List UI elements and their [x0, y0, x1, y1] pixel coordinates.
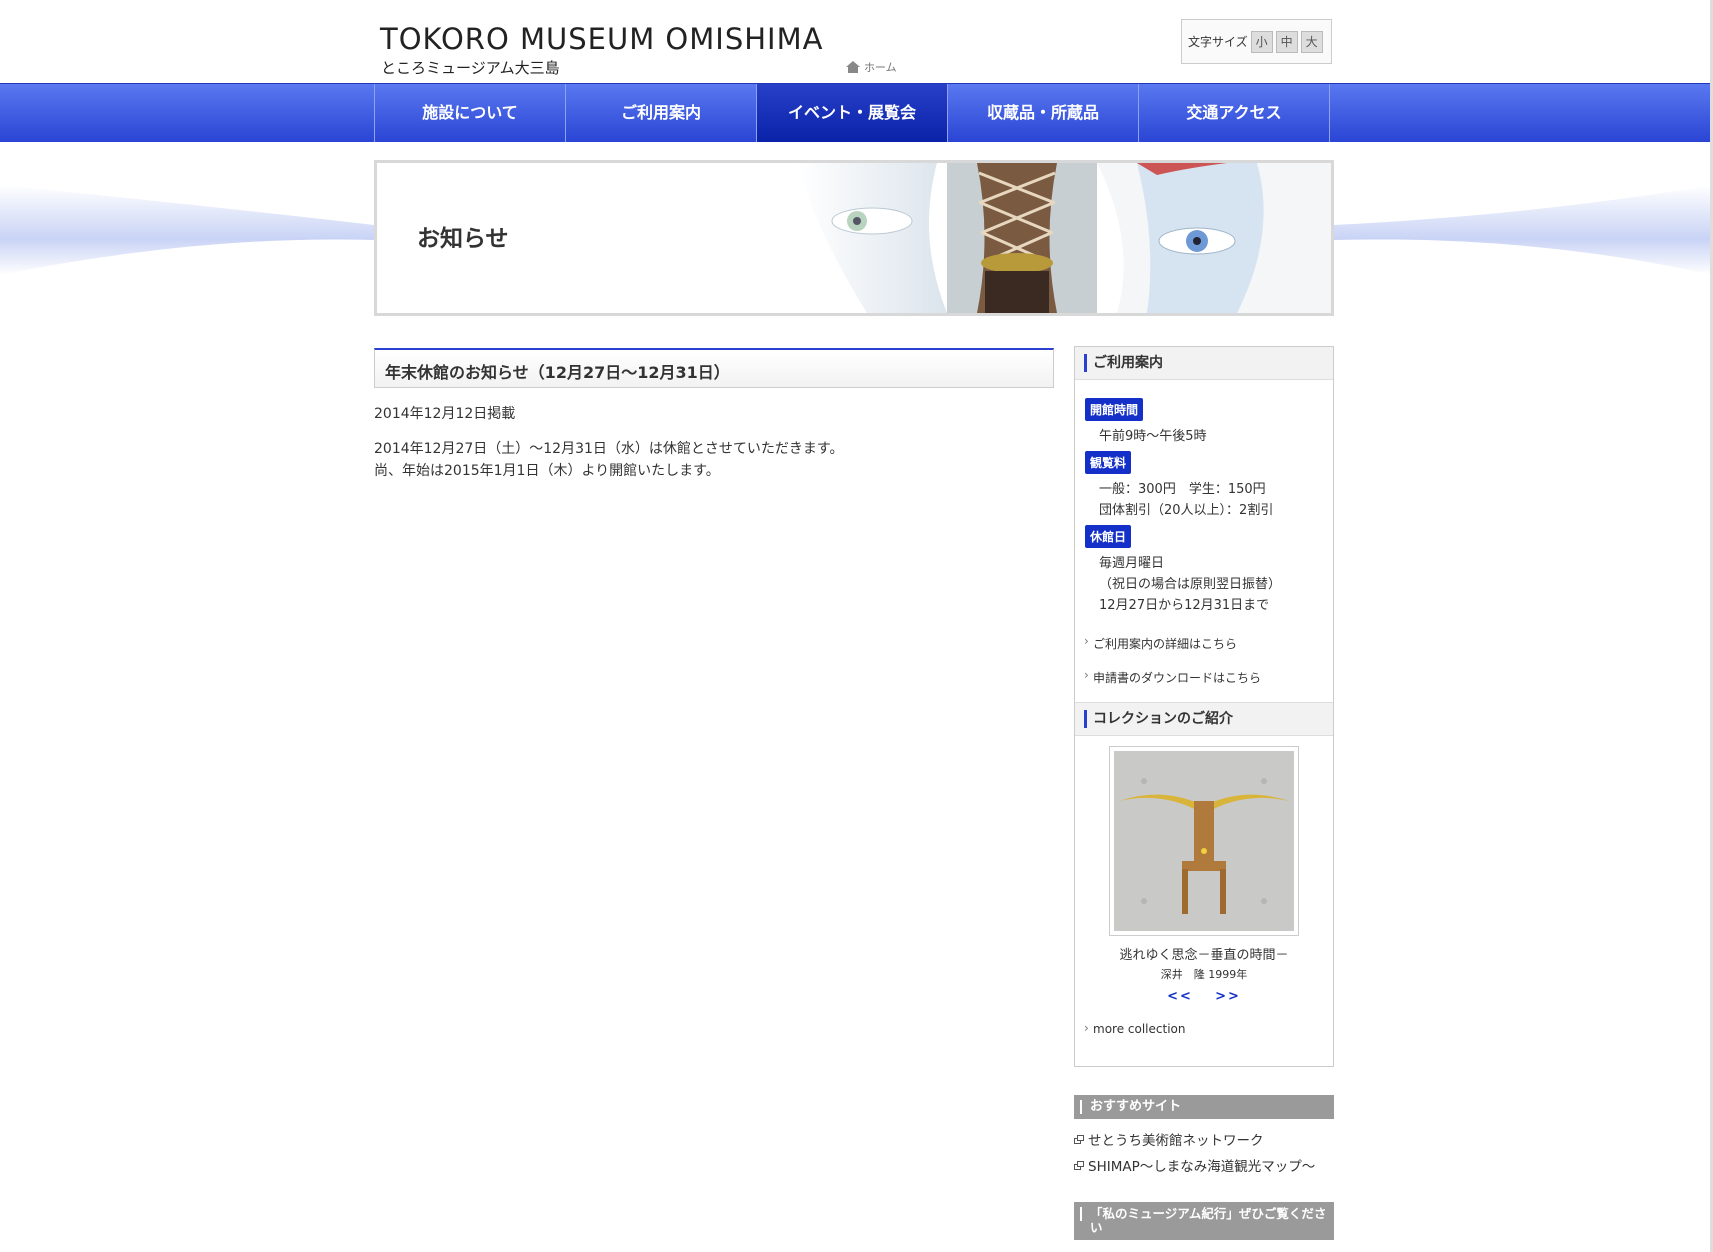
closed-tag: 休館日 — [1085, 525, 1132, 548]
article-body-line: 尚、年始は2015年1月1日（木）より開館いたします。 — [374, 463, 720, 479]
collection-image-frame[interactable] — [1109, 746, 1299, 936]
recommended-link-shimap[interactable]: SHIMAP〜しまなみ海道観光マップ〜 — [1074, 1155, 1315, 1175]
download-forms-link[interactable]: 申請書のダウンロードはこちら — [1075, 668, 1333, 686]
collection-next-button[interactable]: >> — [1215, 989, 1241, 1004]
external-link-icon — [1074, 1160, 1084, 1170]
collection-work-title: 逃れゆく思念－垂直の時間－ — [1119, 948, 1289, 963]
article-date: 2014年12月12日掲載 — [374, 406, 516, 422]
home-link-label: ホーム — [864, 61, 897, 74]
guide-details-link[interactable]: ご利用案内の詳細はこちら — [1075, 634, 1333, 652]
font-size-label: 文字サイズ — [1188, 35, 1248, 49]
font-size-small-button[interactable]: 小 — [1250, 30, 1273, 53]
nav-item-events[interactable]: イベント・展覧会 — [757, 84, 948, 142]
article-title: 年末休館のお知らせ（12月27日〜12月31日） — [374, 348, 1054, 388]
recommended-link-setouchi[interactable]: せとうち美術館ネットワーク — [1074, 1129, 1264, 1149]
sidebar-box: ご利用案内 開館時間 午前9時〜午後5時 観覧料 一般：300円 学生：150円… — [1074, 346, 1334, 1067]
article-body: 2014年12月27日（土）〜12月31日（水）は休館とさせていただきます。 尚… — [374, 438, 844, 482]
site-logo-en[interactable]: TOKORO MUSEUM OMISHIMA — [380, 22, 823, 56]
collection-work-artist: 深井 隆 1999年 — [1160, 968, 1248, 981]
hours-tag: 開館時間 — [1085, 398, 1144, 421]
recommended-link-label: せとうち美術館ネットワーク — [1088, 1133, 1264, 1149]
global-nav: 施設について ご利用案内 イベント・展覧会 収蔵品・所蔵品 交通アクセス — [0, 83, 1713, 142]
page-title: お知らせ — [417, 226, 509, 252]
nav-item-collection[interactable]: 収蔵品・所蔵品 — [948, 84, 1139, 142]
home-link[interactable]: ホーム — [846, 59, 897, 75]
font-size-switcher: 文字サイズ 小 中 大 — [1181, 19, 1332, 64]
page-banner: お知らせ — [374, 160, 1334, 316]
banner-artwork-image — [757, 163, 1331, 313]
background-swoosh-left — [0, 185, 374, 275]
closed-text: 毎週月曜日 — [1099, 556, 1165, 571]
recommended-link-label: SHIMAP〜しまなみ海道観光マップ〜 — [1088, 1159, 1316, 1175]
nav-item-guide[interactable]: ご利用案内 — [566, 84, 757, 142]
collection-artwork-image — [1114, 751, 1294, 931]
font-size-large-button[interactable]: 大 — [1300, 30, 1323, 53]
site-logo-jp[interactable]: ところミュージアム大三島 — [381, 57, 560, 78]
collection-heading: コレクションのご紹介 — [1075, 702, 1333, 736]
hours-text: 午前9時〜午後5時 — [1099, 429, 1207, 444]
nav-item-access[interactable]: 交通アクセス — [1139, 84, 1330, 142]
article-body-line: 2014年12月27日（土）〜12月31日（水）は休館とさせていただきます。 — [374, 441, 844, 457]
nav-item-facility[interactable]: 施設について — [375, 84, 566, 142]
guide-heading: ご利用案内 — [1075, 347, 1333, 380]
closed-text: 12月27日から12月31日まで — [1099, 598, 1270, 613]
background-swoosh-right — [1334, 185, 1713, 275]
fee-text: 一般：300円 学生：150円 — [1099, 482, 1266, 497]
fee-text: 団体割引（20人以上）：2割引 — [1099, 503, 1274, 518]
recommended-heading: おすすめサイト — [1074, 1095, 1334, 1119]
font-size-medium-button[interactable]: 中 — [1275, 30, 1298, 53]
museum-kiko-heading[interactable]: 「私のミュージアム紀行」ぜひご覧ください — [1074, 1202, 1334, 1240]
collection-prev-button[interactable]: << — [1167, 989, 1193, 1004]
fee-tag: 観覧料 — [1085, 451, 1132, 474]
external-link-icon — [1074, 1134, 1084, 1144]
more-collection-link[interactable]: more collection — [1075, 1021, 1333, 1036]
site-header: TOKORO MUSEUM OMISHIMA ところミュージアム大三島 ホーム … — [0, 0, 1713, 83]
home-icon — [846, 61, 860, 73]
closed-text: （祝日の場合は原則翌日振替） — [1099, 577, 1282, 592]
